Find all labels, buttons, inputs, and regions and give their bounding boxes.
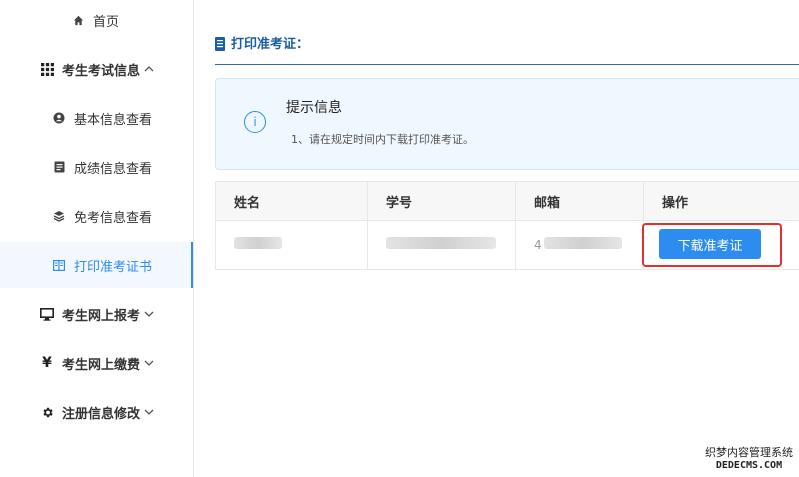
table-header-row: 姓名 学号 邮箱 操作: [215, 181, 799, 221]
column-header-action: 操作: [643, 181, 799, 221]
notice-text: 1、请在规定时间内下载打印准考证。: [291, 133, 474, 146]
page-title: 打印准考证：: [231, 37, 310, 52]
sidebar-item-home[interactable]: 首页: [0, 0, 193, 40]
sidebar: 首页 考生考试信息 基本信息查看 成绩信息查看 免考信息查看 打印准考证书 考生…: [0, 0, 194, 477]
chevron-down-icon: [144, 310, 154, 318]
blurred-student-id: [386, 237, 496, 249]
watermark-line2: DEDECMS.COM: [715, 460, 783, 471]
blurred-name: [234, 237, 282, 249]
sidebar-item-basic-info[interactable]: 基本信息查看: [0, 95, 193, 141]
sidebar-item-label: 注册信息修改: [62, 406, 141, 422]
user-icon: [52, 111, 66, 125]
page-header: 打印准考证：: [215, 36, 799, 65]
column-header-email: 邮箱: [515, 181, 644, 221]
cell-name: [215, 220, 368, 270]
book-icon: [52, 258, 66, 272]
layers-icon: [52, 209, 66, 223]
info-icon: i: [244, 111, 266, 133]
email-prefix: 4: [534, 238, 542, 252]
chevron-down-icon: [144, 359, 154, 367]
chevron-up-icon: [144, 65, 154, 73]
column-header-name: 姓名: [215, 181, 368, 221]
chevron-down-icon: [144, 408, 154, 416]
blurred-email: [543, 237, 622, 249]
sidebar-item-label: 考生考试信息: [62, 63, 141, 79]
sidebar-group-exam-info[interactable]: 考生考试信息: [0, 46, 193, 92]
notice-box: i 提示信息 1、请在规定时间内下载打印准考证。: [215, 78, 799, 170]
sidebar-item-scores[interactable]: 成绩信息查看: [0, 144, 193, 190]
sidebar-item-label: 基本信息查看: [74, 112, 153, 128]
sidebar-item-label: 考生网上缴费: [62, 357, 141, 373]
gear-icon: [40, 405, 54, 419]
sidebar-item-label: 成绩信息查看: [74, 161, 153, 177]
sidebar-group-online-registration[interactable]: 考生网上报考: [0, 291, 193, 337]
home-icon: [71, 13, 85, 27]
monitor-icon: [40, 307, 54, 321]
sidebar-group-registration-edit[interactable]: 注册信息修改: [0, 389, 193, 435]
doc-icon: [52, 160, 66, 174]
watermark-line1: 织梦内容管理系统: [705, 446, 793, 459]
notice-title: 提示信息: [286, 100, 342, 116]
sidebar-item-print-admission[interactable]: 打印准考证书: [0, 242, 193, 288]
sidebar-item-label: 考生网上报考: [62, 308, 141, 324]
sidebar-item-label: 首页: [93, 14, 120, 30]
download-admission-button[interactable]: 下载准考证: [659, 229, 761, 259]
yen-icon: ¥: [42, 355, 52, 371]
book-icon: [215, 36, 225, 55]
main-content: 打印准考证： i 提示信息 1、请在规定时间内下载打印准考证。 姓名 学号 邮箱…: [194, 0, 799, 477]
sidebar-item-label: 打印准考证书: [74, 259, 153, 275]
sidebar-group-online-payment[interactable]: ¥ 考生网上缴费: [0, 340, 193, 386]
grid-icon: [40, 62, 54, 76]
column-header-student-id: 学号: [367, 181, 516, 221]
cell-student-id: [367, 220, 516, 270]
cell-email: 4: [515, 220, 644, 270]
watermark: 织梦内容管理系统 DEDECMS.COM: [705, 444, 793, 471]
sidebar-item-label: 免考信息查看: [74, 210, 153, 226]
sidebar-item-exemption[interactable]: 免考信息查看: [0, 193, 193, 239]
